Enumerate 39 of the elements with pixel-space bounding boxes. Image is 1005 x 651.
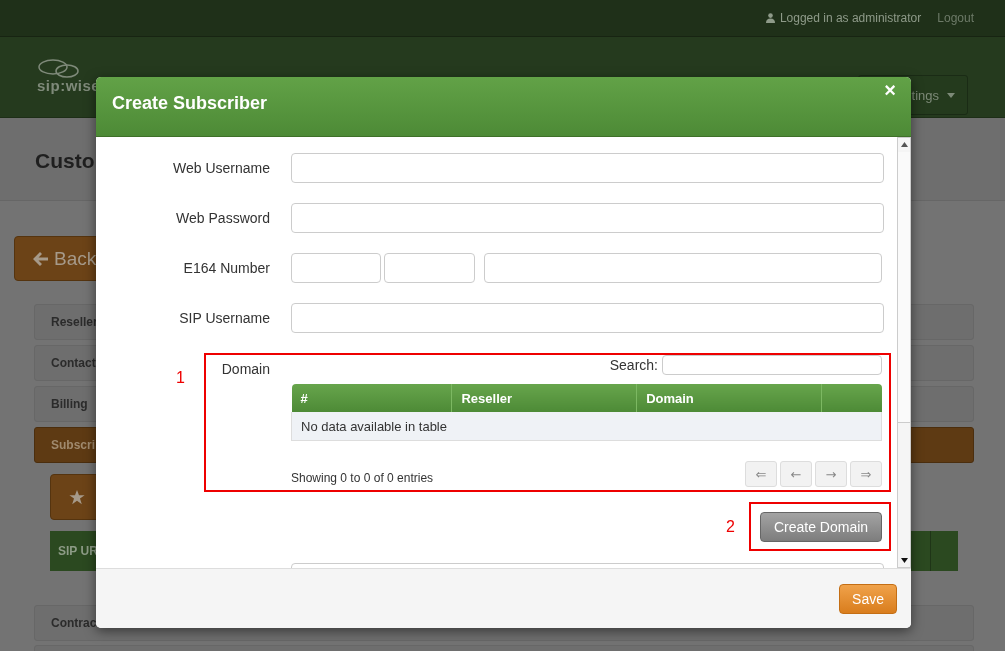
column-header[interactable]: Reseller (452, 384, 637, 412)
input-field[interactable] (384, 253, 475, 283)
user-status: Logged in as administrator (765, 11, 922, 25)
close-button[interactable]: × (884, 80, 896, 100)
save-button[interactable]: Save (839, 583, 897, 614)
pagination-button[interactable]: → (815, 461, 847, 487)
scroll-up-icon[interactable] (901, 142, 908, 147)
pagination-button[interactable]: ⇒ (850, 461, 882, 487)
annotation-number: 1 (176, 368, 186, 388)
user-icon (765, 13, 775, 23)
field-label: E164 Number (182, 260, 270, 276)
empty-message: No data available in table (291, 412, 882, 441)
column-header[interactable]: # (291, 384, 452, 412)
field-label: Web Username (172, 160, 270, 176)
scrollbar[interactable] (897, 137, 911, 568)
arrow-left-icon (33, 251, 48, 266)
field-label: Web Password (175, 210, 270, 226)
search-field[interactable] (662, 355, 882, 375)
entries-info: Showing 0 to 0 of 0 entries (291, 471, 434, 485)
pagination-button[interactable]: ← (780, 461, 812, 487)
logo-icon (37, 59, 81, 79)
pagination-button[interactable]: ⇐ (745, 461, 777, 487)
input-field[interactable] (291, 303, 884, 333)
field-label: SIP Username (178, 310, 270, 326)
field-label: Domain (220, 360, 270, 379)
logout-link[interactable]: Logout (937, 11, 974, 25)
caret-icon (947, 92, 955, 98)
scroll-down-icon[interactable] (901, 558, 908, 563)
dialog-title: Create Subscriber (112, 93, 268, 114)
search-label: Search: (609, 357, 658, 373)
input-field[interactable] (291, 203, 884, 233)
input-field[interactable] (291, 253, 381, 283)
star-icon (69, 489, 85, 505)
column-header[interactable]: Domain (636, 384, 822, 412)
page-title: Custo (35, 148, 95, 173)
input-field[interactable] (291, 153, 884, 183)
input-field[interactable] (484, 253, 882, 283)
create-domain-button[interactable]: Create Domain (760, 512, 882, 542)
logo-text: sip:wise (37, 77, 101, 94)
